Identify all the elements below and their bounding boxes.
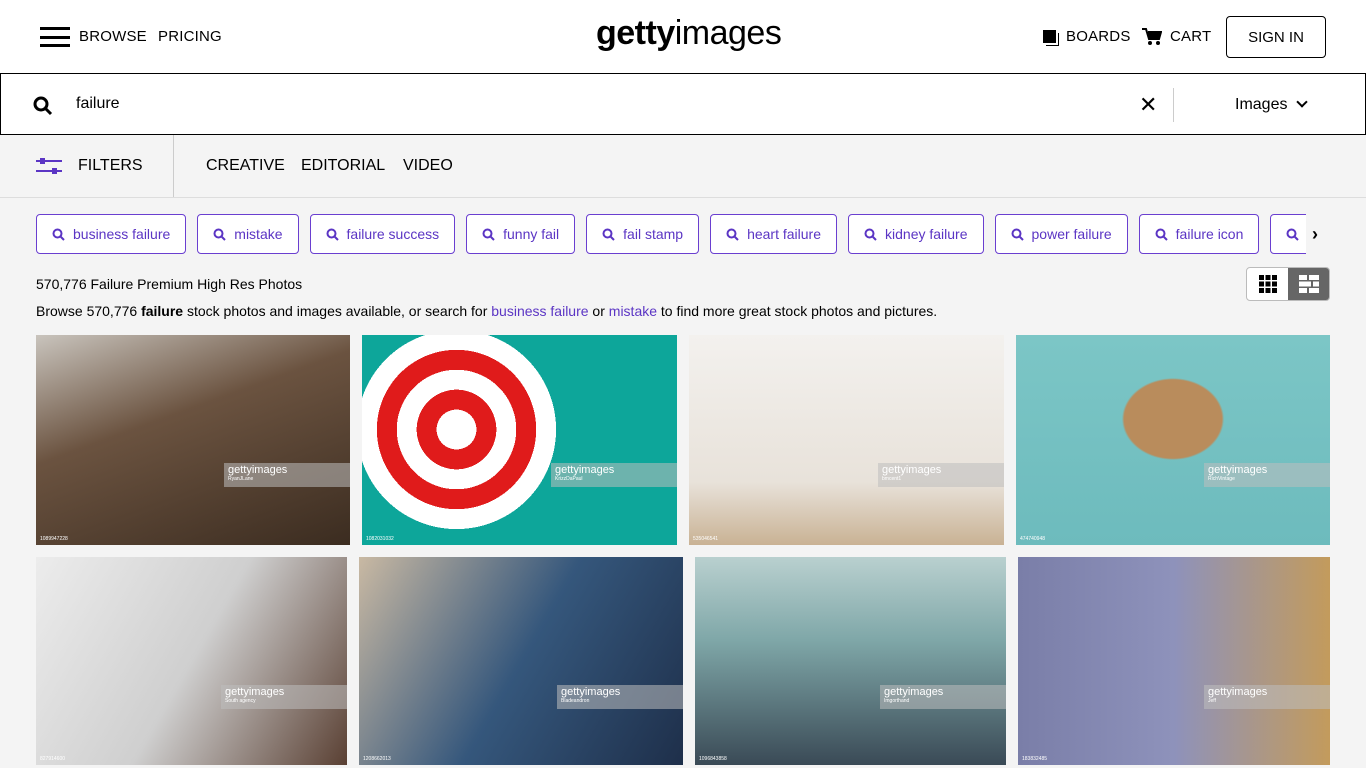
search-icon (726, 228, 739, 241)
divider (1173, 88, 1174, 122)
related-search-chip[interactable]: mistake (197, 214, 299, 254)
chip-label: mistake (234, 226, 283, 242)
chip-label: funny fail (503, 226, 560, 242)
mosaic-icon (1298, 275, 1319, 293)
watermark: gettyimages Jeff (1204, 685, 1330, 709)
boards-link[interactable]: BOARDS (1066, 28, 1131, 45)
chevron-down-icon (1296, 96, 1308, 108)
boards-icon (1043, 30, 1056, 43)
image-id: 474740948 (1020, 536, 1046, 542)
image-id: 1082031032 (366, 536, 394, 542)
related-search-chip[interactable]: fail stamp (586, 214, 700, 254)
image-id: 183832485 (1022, 756, 1048, 762)
watermark: gettyimages RichVintage (1204, 463, 1330, 487)
results-description: Browse 570,776 failure stock photos and … (36, 303, 938, 319)
filter-bar: FILTERS CREATIVE EDITORIAL VIDEO (0, 135, 1366, 198)
image-result[interactable]: gettyimages KrizzDaPaul 1082031032 (362, 335, 677, 545)
search-bar: failure ✕ Images (0, 74, 1366, 135)
image-id: 1089947228 (40, 536, 68, 542)
tab-video[interactable]: VIDEO (403, 157, 453, 175)
grid-view-button[interactable] (1247, 268, 1288, 300)
related-search-chip[interactable]: power failure (994, 214, 1128, 254)
chip-label: business failure (73, 226, 171, 242)
search-icon (1011, 228, 1024, 241)
image-result[interactable]: gettyimages Bladeandron 1208662013 (359, 557, 683, 765)
search-icon (52, 228, 65, 241)
watermark: gettyimages South agency (221, 685, 347, 709)
chip-label: fail stamp (623, 226, 684, 242)
related-link-mistake[interactable]: mistake (609, 303, 657, 319)
search-icon (602, 228, 615, 241)
menu-icon[interactable] (40, 27, 70, 47)
related-search-chip[interactable]: heart failure (710, 214, 838, 254)
watermark: gettyimages Bladeandron (557, 685, 683, 709)
mosaic-view-button[interactable] (1288, 268, 1329, 300)
related-search-chip[interactable]: business failure (36, 214, 187, 254)
image-result[interactable]: gettyimages South agency 827914600 (36, 557, 347, 765)
chip-label: failure icon (1175, 226, 1244, 242)
search-input[interactable]: failure (76, 95, 120, 113)
watermark: gettyimages bmcent1 (878, 463, 1004, 487)
filters-label: FILTERS (78, 157, 143, 174)
search-icon[interactable] (33, 96, 53, 116)
watermark: gettyimages Imgorthand (880, 685, 1006, 709)
watermark: gettyimages RyanJLane (224, 463, 350, 487)
image-result[interactable]: gettyimages RyanJLane 1089947228 (36, 335, 350, 545)
divider (173, 135, 174, 197)
sliders-icon (36, 158, 62, 174)
search-icon (213, 228, 226, 241)
browse-link[interactable]: BROWSE (79, 28, 147, 45)
image-result[interactable]: gettyimages Imgorthand 1096843858 (695, 557, 1006, 765)
cart-icon (1142, 28, 1162, 45)
grid-icon (1258, 275, 1277, 293)
search-icon (326, 228, 339, 241)
image-result[interactable]: gettyimages bmcent1 535046541 (689, 335, 1004, 545)
chip-label: failure success (346, 226, 440, 242)
search-icon (864, 228, 877, 241)
clear-search-icon[interactable]: ✕ (1139, 92, 1157, 118)
image-id: 827914600 (40, 756, 66, 762)
image-result[interactable]: gettyimages RichVintage 474740948 (1016, 335, 1330, 545)
view-toggle (1246, 267, 1330, 301)
image-result[interactable]: gettyimages Jeff 183832485 (1018, 557, 1330, 765)
cart-link[interactable]: CART (1170, 28, 1211, 45)
related-search-chip[interactable]: failure icon (1138, 214, 1260, 254)
filters-button[interactable]: FILTERS (36, 157, 143, 175)
sign-in-button[interactable]: SIGN IN (1226, 16, 1326, 58)
related-search-chip[interactable] (1270, 214, 1306, 254)
chip-label: power failure (1031, 226, 1112, 242)
search-icon (482, 228, 495, 241)
chip-label: heart failure (747, 226, 822, 242)
chip-label: kidney failure (885, 226, 968, 242)
results-count: 570,776 Failure Premium High Res Photos (36, 276, 303, 292)
related-searches: business failure mistake failure success fu… (36, 214, 1306, 254)
search-icon (1286, 228, 1300, 241)
image-id: 1096843858 (699, 756, 727, 762)
watermark: gettyimages KrizzDaPaul (551, 463, 677, 487)
related-search-chip[interactable]: kidney failure (848, 214, 984, 254)
search-icon (1155, 228, 1168, 241)
getty-logo[interactable]: gettyimages (596, 14, 782, 53)
related-search-chip[interactable]: failure success (309, 214, 456, 254)
related-link-business-failure[interactable]: business failure (491, 303, 588, 319)
pricing-link[interactable]: PRICING (158, 28, 222, 45)
media-type-select[interactable]: Images (1235, 96, 1308, 114)
image-id: 535046541 (693, 536, 719, 542)
related-search-chip[interactable]: funny fail (466, 214, 576, 254)
tab-editorial[interactable]: EDITORIAL (301, 157, 385, 175)
tab-creative[interactable]: CREATIVE (206, 157, 285, 175)
top-header: BROWSE PRICING gettyimages BOARDS CART S… (0, 0, 1366, 74)
chevron-right-icon[interactable]: › (1312, 224, 1318, 245)
image-id: 1208662013 (363, 756, 391, 762)
